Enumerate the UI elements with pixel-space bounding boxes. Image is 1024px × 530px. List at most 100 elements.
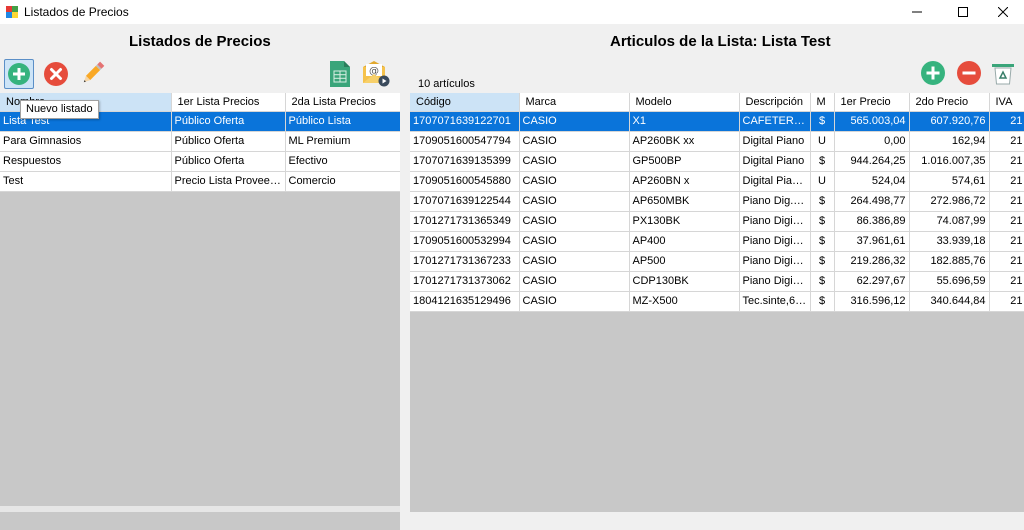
- close-button[interactable]: [980, 0, 1024, 24]
- remove-article-button[interactable]: [954, 58, 984, 88]
- edit-list-button[interactable]: [78, 58, 108, 88]
- cell-code[interactable]: 1707071639122544: [410, 191, 520, 212]
- cell-code[interactable]: 1707071639122701: [410, 111, 520, 132]
- cell-currency[interactable]: U: [810, 131, 835, 152]
- cell-vat[interactable]: 21: [989, 171, 1024, 192]
- cell-code[interactable]: 1701271731367233: [410, 251, 520, 272]
- cell-model[interactable]: AP400: [629, 231, 740, 252]
- export-excel-button[interactable]: [325, 59, 355, 89]
- cell-currency[interactable]: $: [810, 291, 835, 312]
- table-row[interactable]: Para Gimnasios Público Oferta ML Premium: [0, 131, 400, 152]
- cell-currency[interactable]: $: [810, 191, 835, 212]
- cell-second-price[interactable]: 74.087,99: [909, 211, 990, 232]
- minimize-button[interactable]: [894, 0, 940, 24]
- cell-model[interactable]: AP260BK xx: [629, 131, 740, 152]
- cell-code[interactable]: 1701271731373062: [410, 271, 520, 292]
- add-article-button[interactable]: [918, 58, 948, 88]
- cell-vat[interactable]: 21: [989, 231, 1024, 252]
- table-row[interactable]: Respuestos Público Oferta Efectivo: [0, 151, 400, 172]
- table-row[interactable]: 1707071639122544 CASIO AP650MBK Piano Dig. …: [410, 191, 1024, 212]
- cell-second-list[interactable]: ML Premium: [285, 131, 400, 152]
- cell-vat[interactable]: 21: [989, 251, 1024, 272]
- table-row[interactable]: 1701271731367233 CASIO AP500 Piano Digital.…: [410, 251, 1024, 272]
- table-row[interactable]: 1709051600532994 CASIO AP400 Piano Digital.…: [410, 231, 1024, 252]
- column-header-description[interactable]: Descripción: [739, 93, 811, 112]
- column-header-vat[interactable]: IVA: [989, 93, 1024, 112]
- table-row[interactable]: Test Precio Lista Proveedor Comercio: [0, 171, 400, 192]
- table-row[interactable]: 1804121635129496 CASIO MZ-X500 Tec.sinte,61…: [410, 291, 1024, 312]
- cell-first-price[interactable]: 565.003,04: [834, 111, 910, 132]
- cell-vat[interactable]: 21: [989, 131, 1024, 152]
- cell-vat[interactable]: 21: [989, 211, 1024, 232]
- cell-brand[interactable]: CASIO: [519, 131, 630, 152]
- cell-first-list[interactable]: Público Oferta: [171, 151, 286, 172]
- cell-first-list[interactable]: Público Oferta: [171, 111, 286, 132]
- cell-second-list[interactable]: Comercio: [285, 171, 400, 192]
- cell-code[interactable]: 1804121635129496: [410, 291, 520, 312]
- cell-description[interactable]: Tec.sinte,61...: [739, 291, 811, 312]
- panel-splitter[interactable]: [400, 24, 410, 512]
- cell-brand[interactable]: CASIO: [519, 151, 630, 172]
- cell-second-price[interactable]: 340.644,84: [909, 291, 990, 312]
- cell-model[interactable]: AP260BN x: [629, 171, 740, 192]
- cell-code[interactable]: 1701271731365349: [410, 211, 520, 232]
- cell-brand[interactable]: CASIO: [519, 171, 630, 192]
- cell-first-price[interactable]: 944.264,25: [834, 151, 910, 172]
- cell-model[interactable]: X1: [629, 111, 740, 132]
- cell-currency[interactable]: $: [810, 271, 835, 292]
- table-row[interactable]: 1709051600547794 CASIO AP260BK xx Digital P…: [410, 131, 1024, 152]
- cell-model[interactable]: CDP130BK: [629, 271, 740, 292]
- cell-first-price[interactable]: 0,00: [834, 131, 910, 152]
- cell-second-price[interactable]: 272.986,72: [909, 191, 990, 212]
- cell-description[interactable]: Piano Digital...: [739, 271, 811, 292]
- cell-name[interactable]: Test: [0, 171, 172, 192]
- send-email-button[interactable]: @: [361, 58, 391, 88]
- cell-first-price[interactable]: 524,04: [834, 171, 910, 192]
- cell-vat[interactable]: 21: [989, 291, 1024, 312]
- cell-code[interactable]: 1709051600532994: [410, 231, 520, 252]
- table-row[interactable]: 1701271731373062 CASIO CDP130BK Piano Digit…: [410, 271, 1024, 292]
- column-header-second-price-list[interactable]: 2da Lista Precios: [285, 93, 400, 112]
- cell-description[interactable]: Piano Dig. C...: [739, 191, 811, 212]
- cell-vat[interactable]: 21: [989, 151, 1024, 172]
- cell-second-price[interactable]: 607.920,76: [909, 111, 990, 132]
- cell-description[interactable]: Piano Digital...: [739, 251, 811, 272]
- cell-first-price[interactable]: 316.596,12: [834, 291, 910, 312]
- add-list-button[interactable]: [4, 59, 34, 89]
- column-header-first-price-list[interactable]: 1er Lista Precios: [171, 93, 286, 112]
- cell-model[interactable]: GP500BP: [629, 151, 740, 172]
- cell-currency[interactable]: U: [810, 171, 835, 192]
- cell-code[interactable]: 1709051600547794: [410, 131, 520, 152]
- table-row[interactable]: 1701271731365349 CASIO PX130BK Piano Digita…: [410, 211, 1024, 232]
- cell-vat[interactable]: 21: [989, 111, 1024, 132]
- cell-first-price[interactable]: 62.297,67: [834, 271, 910, 292]
- cell-second-price[interactable]: 182.885,76: [909, 251, 990, 272]
- cell-currency[interactable]: $: [810, 151, 835, 172]
- cell-vat[interactable]: 21: [989, 191, 1024, 212]
- cell-brand[interactable]: CASIO: [519, 231, 630, 252]
- cell-description[interactable]: CAFETERA ...: [739, 111, 811, 132]
- cell-name[interactable]: Para Gimnasios: [0, 131, 172, 152]
- cell-first-price[interactable]: 264.498,77: [834, 191, 910, 212]
- cell-name[interactable]: Respuestos: [0, 151, 172, 172]
- cell-brand[interactable]: CASIO: [519, 211, 630, 232]
- table-row[interactable]: 1707071639135399 CASIO GP500BP Digital Pian…: [410, 151, 1024, 172]
- cell-first-list[interactable]: Precio Lista Proveedor: [171, 171, 286, 192]
- cell-currency[interactable]: $: [810, 111, 835, 132]
- cell-vat[interactable]: 21: [989, 271, 1024, 292]
- cell-brand[interactable]: CASIO: [519, 111, 630, 132]
- recycle-button[interactable]: [988, 58, 1018, 88]
- table-row[interactable]: 1707071639122701 CASIO X1 CAFETERA ... $565.…: [410, 111, 1024, 132]
- column-header-currency[interactable]: M: [810, 93, 835, 112]
- cell-second-list[interactable]: Efectivo: [285, 151, 400, 172]
- cell-brand[interactable]: CASIO: [519, 191, 630, 212]
- cell-currency[interactable]: $: [810, 211, 835, 232]
- cell-description[interactable]: Digital Piano...: [739, 171, 811, 192]
- cell-code[interactable]: 1707071639135399: [410, 151, 520, 172]
- horizontal-scrollbar[interactable]: [0, 506, 400, 512]
- cell-currency[interactable]: $: [810, 251, 835, 272]
- cell-model[interactable]: PX130BK: [629, 211, 740, 232]
- cell-model[interactable]: MZ-X500: [629, 291, 740, 312]
- cell-code[interactable]: 1709051600545880: [410, 171, 520, 192]
- delete-list-button[interactable]: [41, 59, 71, 89]
